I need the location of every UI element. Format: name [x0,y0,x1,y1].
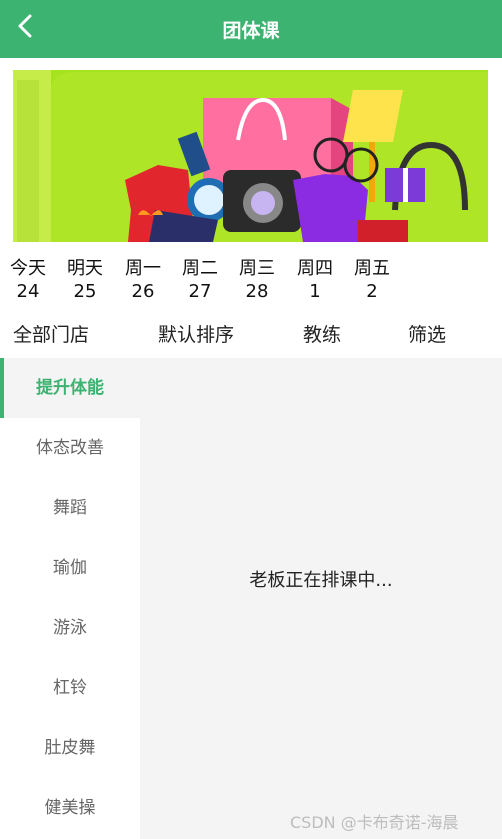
page-title: 团体课 [222,20,280,42]
date-weekday: 明天 [67,258,103,279]
category-item-swimming[interactable]: 游泳 [0,598,140,658]
date-item-wednesday[interactable]: 周三 28 [235,258,279,304]
category-item-yoga[interactable]: 瑜伽 [0,538,140,598]
date-day: 28 [245,281,269,302]
filter-default-sort[interactable]: 默认排序 [158,320,234,347]
date-weekday: 周一 [125,258,161,279]
watermark: CSDN @卡布奇诺-海晨 [290,813,459,832]
date-item-thursday[interactable]: 周四 1 [293,258,337,304]
date-item-friday[interactable]: 周五 2 [350,258,394,304]
date-day: 25 [73,281,97,302]
filter-bar: 全部门店 默认排序 教练 筛选 [0,316,502,352]
shopping-illustration [13,70,488,242]
filter-options[interactable]: 筛选 [408,320,446,347]
date-weekday: 周五 [354,258,390,279]
category-item-posture[interactable]: 体态改善 [0,418,140,478]
category-sidebar: 提升体能 体态改善 舞蹈 瑜伽 游泳 杠铃 肚皮舞 健美操 [0,358,140,839]
top-bar: 团体课 [0,0,502,58]
date-weekday: 周四 [297,258,333,279]
promo-banner[interactable] [13,70,488,242]
date-day: 1 [309,281,321,302]
date-day: 2 [366,281,378,302]
date-weekday: 今天 [10,258,46,279]
category-item-belly-dance[interactable]: 肚皮舞 [0,718,140,778]
date-day: 24 [16,281,40,302]
date-day: 26 [131,281,155,302]
date-item-monday[interactable]: 周一 26 [121,258,165,304]
empty-state-message: 老板正在排课中... [249,570,393,591]
date-item-tomorrow[interactable]: 明天 25 [63,258,107,304]
date-item-tuesday[interactable]: 周二 27 [178,258,222,304]
date-day: 27 [188,281,212,302]
filter-coach[interactable]: 教练 [303,320,341,347]
date-item-today[interactable]: 今天 24 [6,258,50,304]
date-weekday: 周二 [182,258,218,279]
course-panel: 提升体能 体态改善 舞蹈 瑜伽 游泳 杠铃 肚皮舞 健美操 老板正在排课中...… [0,358,502,839]
filter-all-stores[interactable]: 全部门店 [13,320,89,347]
category-item-barbell[interactable]: 杠铃 [0,658,140,718]
category-item-fitness[interactable]: 提升体能 [0,358,140,418]
category-item-aerobics[interactable]: 健美操 [0,778,140,838]
date-weekday: 周三 [239,258,275,279]
category-item-dance[interactable]: 舞蹈 [0,478,140,538]
